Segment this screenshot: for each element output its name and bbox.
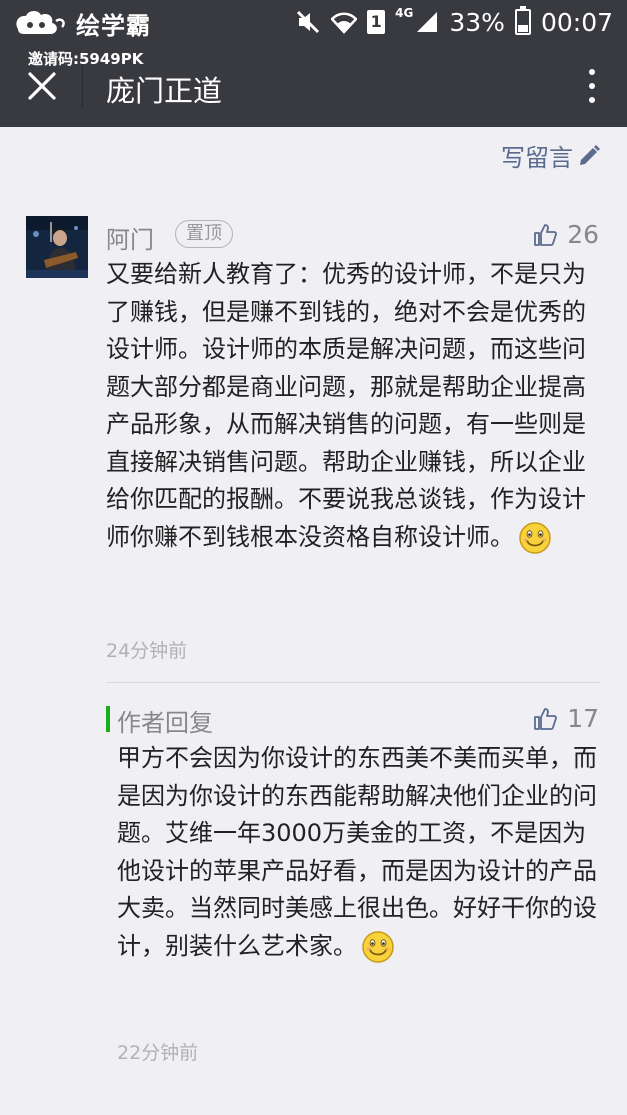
brand: 绘学霸 — [12, 6, 151, 41]
comment-author[interactable]: 阿门 — [106, 220, 154, 255]
page-title: 庞门正道 — [106, 74, 223, 108]
comment-like-count: 26 — [567, 220, 599, 249]
reply-like-count: 17 — [567, 704, 599, 733]
avatar[interactable] — [26, 216, 88, 278]
thumbs-up-icon — [534, 707, 558, 730]
status-bar: 绘学霸 邀请码:5949PK 1 4G 33% 00:07 — [0, 0, 627, 68]
close-button[interactable] — [22, 66, 62, 106]
brand-name: 绘学霸 — [76, 12, 151, 40]
reply-label: 作者回复 — [117, 709, 213, 737]
signal-bars-icon — [417, 12, 438, 32]
thumbs-up-icon — [534, 223, 558, 246]
battery-icon — [514, 6, 531, 35]
comment-time: 24分钟前 — [106, 640, 188, 662]
more-vertical-icon — [589, 97, 595, 103]
reply-time: 22分钟前 — [117, 1042, 199, 1064]
wifi-icon — [331, 12, 358, 34]
reply-text-content: 甲方不会因为你设计的东西美不美而买单，而是因为你设计的东西能帮助解决他们企业的问… — [117, 744, 597, 960]
reply-text: 甲方不会因为你设计的东西美不美而买单，而是因为你设计的东西能帮助解决他们企业的问… — [117, 740, 601, 965]
mute-icon — [297, 10, 320, 34]
avatar-image — [26, 216, 88, 278]
clock: 00:07 — [540, 7, 613, 37]
brand-logo-icon — [16, 10, 65, 34]
pencil-icon — [580, 144, 600, 165]
pin-badge: 置顶 — [175, 220, 233, 248]
status-icons: 1 4G 33% 00:07 — [295, 6, 613, 38]
battery-percent: 33% — [449, 7, 505, 37]
reply-accent-bar — [106, 706, 110, 732]
comment-like-button[interactable]: 26 — [533, 220, 599, 249]
signal-icon: 4G — [395, 6, 439, 34]
close-icon — [28, 72, 56, 100]
write-comment-button[interactable]: 写留言 — [501, 138, 601, 173]
reply-like-button[interactable]: 17 — [533, 704, 599, 733]
smile-emoji-icon — [362, 930, 394, 963]
more-vertical-icon — [589, 69, 595, 75]
network-type: 4G — [395, 6, 414, 20]
comment-text-content: 又要给新人教育了：优秀的设计师，不是只为了赚钱，但是赚不到钱的，绝对不会是优秀的… — [106, 260, 586, 551]
more-vertical-icon — [589, 83, 595, 89]
reply-divider — [106, 682, 600, 683]
more-button[interactable] — [581, 66, 603, 106]
battery-fill — [517, 24, 528, 32]
comment-text: 又要给新人教育了：优秀的设计师，不是只为了赚钱，但是赚不到钱的，绝对不会是优秀的… — [106, 256, 596, 556]
sim-icon: 1 — [367, 10, 386, 34]
write-comment-label: 写留言 — [501, 144, 573, 172]
title-bar: 绘学霸 邀请码:5949PK 1 4G 33% 00:07 庞门正道 — [0, 0, 627, 127]
title-divider — [82, 64, 83, 108]
smile-emoji-icon — [519, 521, 551, 554]
